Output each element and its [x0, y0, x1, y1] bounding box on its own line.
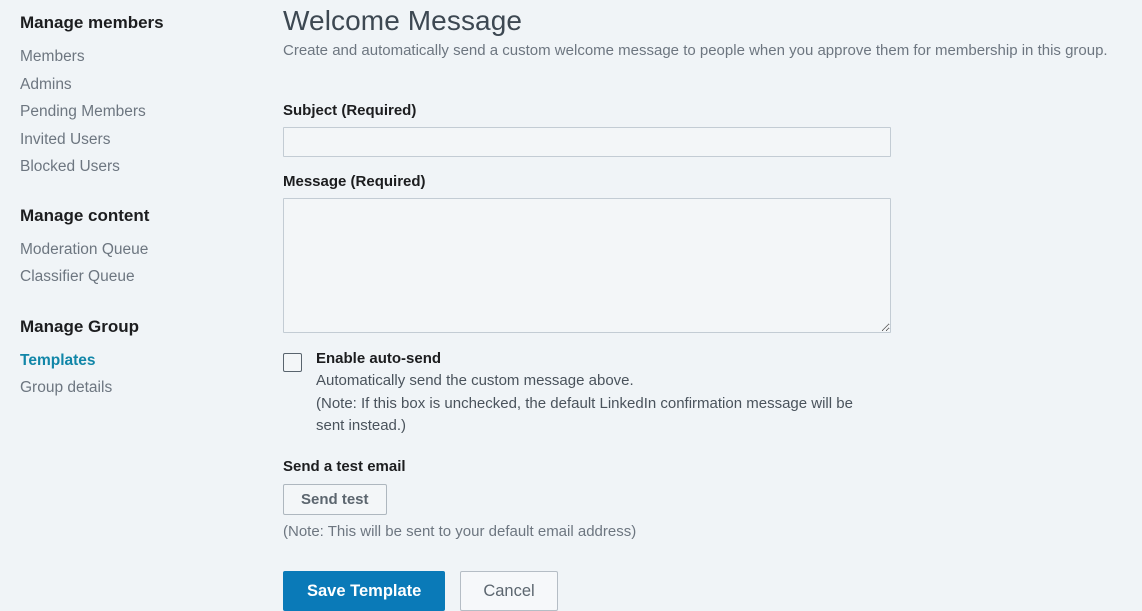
page-subtitle: Create and automatically send a custom w…: [283, 42, 1108, 59]
sidebar-item-invited-users[interactable]: Invited Users: [0, 126, 282, 154]
sidebar-heading-manage-content: Manage content: [20, 205, 150, 225]
sidebar-item-blocked-users[interactable]: Blocked Users: [0, 153, 282, 181]
auto-send-description-line-3: sent instead.): [316, 417, 407, 434]
enable-auto-send-row[interactable]: Enable auto-send Automatically send the …: [283, 348, 1142, 438]
sidebar-item-admins[interactable]: Admins: [0, 71, 282, 99]
subject-input[interactable]: [283, 127, 891, 157]
page-title: Welcome Message: [283, 5, 523, 36]
save-template-button[interactable]: Save Template: [283, 570, 446, 611]
enable-auto-send-label: Enable auto-send: [316, 350, 442, 367]
form-actions: Save Template Cancel: [283, 570, 1142, 611]
enable-auto-send-checkbox[interactable]: [283, 353, 302, 372]
send-test-button[interactable]: Send test: [283, 483, 387, 515]
message-textarea[interactable]: [283, 198, 891, 333]
sidebar-item-classifier-queue[interactable]: Classifier Queue: [0, 263, 282, 291]
sidebar-heading-manage-group: Manage Group: [20, 316, 140, 336]
sidebar-item-members[interactable]: Members: [0, 43, 282, 71]
sidebar-group-manage-content: Manage content Moderation Queue Classifi…: [0, 205, 282, 291]
sidebar-item-moderation-queue[interactable]: Moderation Queue: [0, 236, 282, 264]
welcome-message-panel: Welcome Message Create and automatically…: [283, 0, 1142, 611]
subject-label: Subject (Required): [283, 102, 417, 119]
cancel-button[interactable]: Cancel: [460, 570, 558, 611]
sidebar-navigation: Manage members Members Admins Pending Me…: [0, 0, 282, 584]
sidebar-group-manage-members: Manage members Members Admins Pending Me…: [0, 12, 282, 181]
sidebar-group-manage-group: Manage Group Templates Group details: [0, 316, 282, 402]
auto-send-description-line-2: (Note: If this box is unchecked, the def…: [316, 394, 853, 412]
sidebar-item-templates[interactable]: Templates: [0, 347, 282, 375]
message-label: Message (Required): [283, 173, 426, 190]
auto-send-description-line-1: Automatically send the custom message ab…: [316, 372, 634, 389]
send-test-email-label: Send a test email: [283, 457, 406, 475]
sidebar-item-pending-members[interactable]: Pending Members: [0, 98, 282, 126]
sidebar-item-group-details[interactable]: Group details: [0, 374, 282, 402]
enable-auto-send-text: Enable auto-send Automatically send the …: [316, 348, 853, 438]
send-test-note: (Note: This will be sent to your default…: [283, 522, 637, 540]
sidebar-heading-manage-members: Manage members: [20, 13, 164, 32]
